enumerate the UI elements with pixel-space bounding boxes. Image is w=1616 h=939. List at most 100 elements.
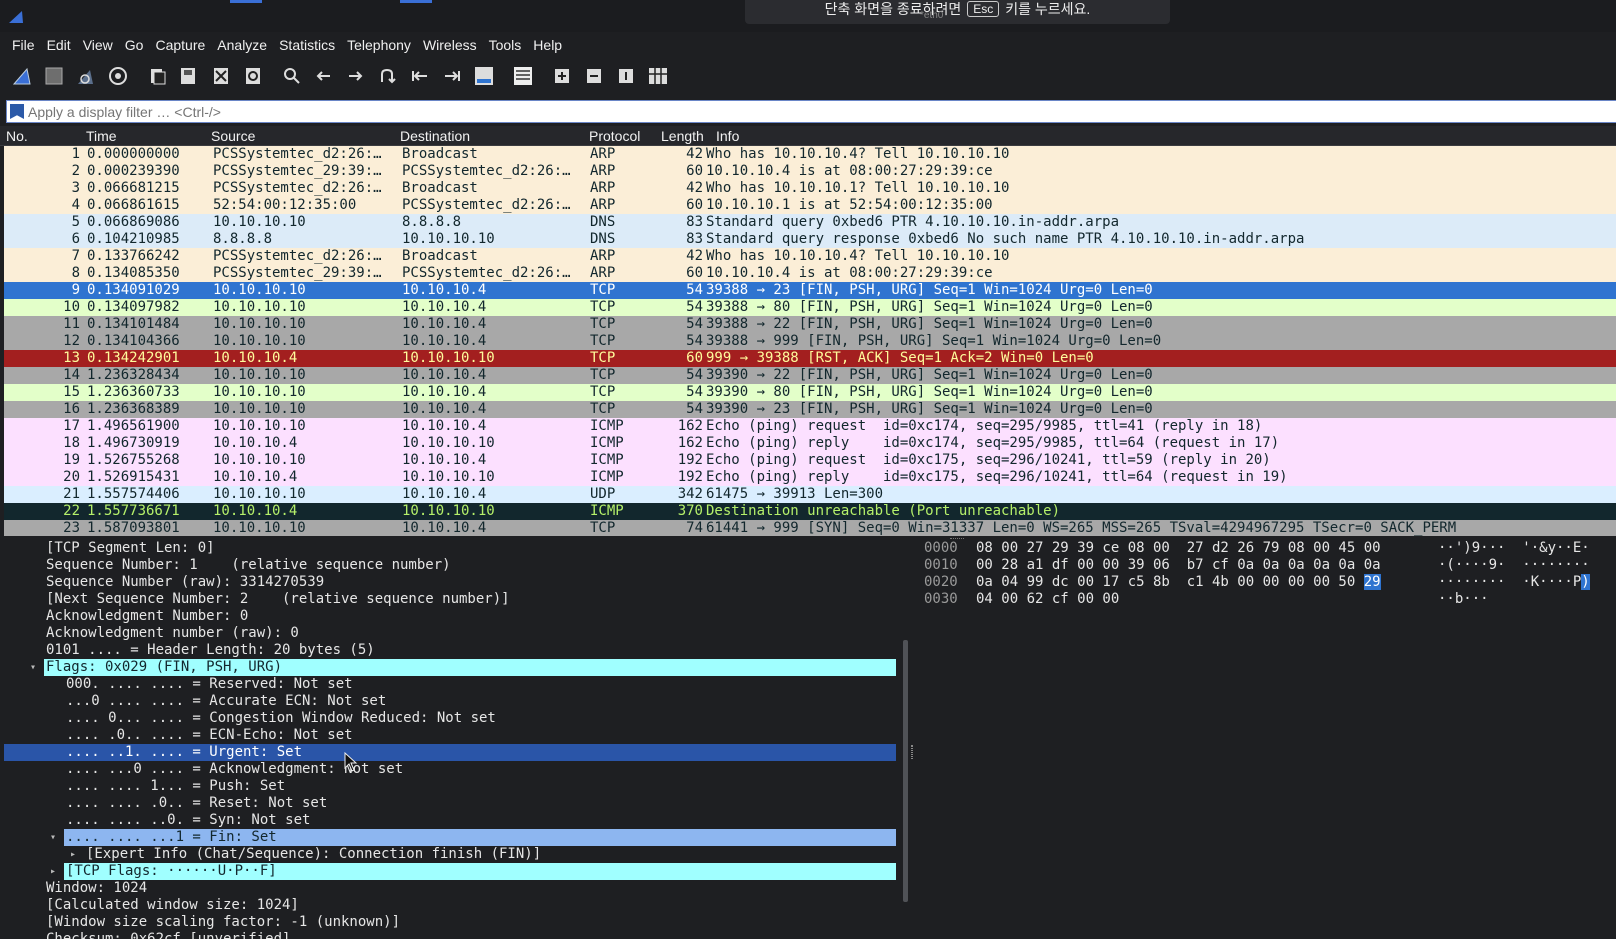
detail-row[interactable]: .... .... 1... = Push: Set bbox=[0, 778, 902, 795]
bytes-hex[interactable]: 0a 04 99 dc 00 17 c5 8b c1 4b 00 00 00 0… bbox=[976, 574, 1381, 591]
packet-row[interactable]: 20 1.526915431 10.10.10.4 10.10.10.10 ICMP 19… bbox=[4, 469, 1616, 486]
column-header-no[interactable]: No. bbox=[6, 128, 28, 144]
bytes-ascii[interactable]: ··')9··· '·&y··E· bbox=[1438, 540, 1590, 557]
go-to-packet-icon[interactable] bbox=[375, 64, 399, 88]
display-filter-input[interactable] bbox=[28, 103, 1616, 120]
back-arrow-icon[interactable] bbox=[312, 64, 336, 88]
column-header-destination[interactable]: Destination bbox=[400, 128, 470, 144]
zoom-out-icon[interactable] bbox=[582, 64, 606, 88]
detail-row[interactable]: Acknowledgment Number: 0 bbox=[0, 608, 902, 625]
details-scrollbar[interactable] bbox=[903, 640, 908, 902]
bytes-hex[interactable]: 04 00 62 cf 00 00 bbox=[976, 591, 1119, 608]
menu-statistics[interactable]: Statistics bbox=[273, 35, 341, 55]
bytes-ascii[interactable]: ········ ·K····P) bbox=[1438, 574, 1590, 591]
save-file-icon[interactable] bbox=[176, 64, 200, 88]
detail-row[interactable]: Acknowledgment number (raw): 0 bbox=[0, 625, 902, 642]
menu-help[interactable]: Help bbox=[527, 35, 568, 55]
autoscroll-icon[interactable] bbox=[472, 64, 496, 88]
search-icon[interactable] bbox=[280, 64, 304, 88]
menu-analyze[interactable]: Analyze bbox=[211, 35, 273, 55]
detail-row[interactable]: ▾ Flags: 0x029 (FIN, PSH, URG) bbox=[0, 659, 902, 676]
column-header-length[interactable]: Length bbox=[661, 128, 704, 144]
detail-row[interactable]: ...0 .... .... = Accurate ECN: Not set bbox=[0, 693, 902, 710]
detail-row[interactable]: Checksum: 0x62cf [unverified] bbox=[0, 931, 902, 939]
detail-row[interactable]: .... .... .0.. = Reset: Not set bbox=[0, 795, 902, 812]
close-file-icon[interactable] bbox=[209, 64, 233, 88]
menu-edit[interactable]: Edit bbox=[41, 35, 77, 55]
forward-arrow-icon[interactable] bbox=[343, 64, 367, 88]
packet-row[interactable]: 7 0.133766242 PCSSystemtec_d2:26:… Broadcas… bbox=[4, 248, 1616, 265]
detail-row[interactable]: ▾ .... .... ...1 = Fin: Set bbox=[0, 829, 902, 846]
detail-row[interactable]: ▸ [TCP Flags: ······U·P··F] bbox=[0, 863, 902, 880]
expanded-arrow-icon[interactable]: ▾ bbox=[50, 829, 56, 846]
packet-row[interactable]: 22 1.557736671 10.10.10.4 10.10.10.10 ICMP 37… bbox=[4, 503, 1616, 520]
packet-row[interactable]: 10 0.134097982 10.10.10.10 10.10.10.4 TCP 54 3… bbox=[4, 299, 1616, 316]
expanded-arrow-icon[interactable]: ▾ bbox=[30, 659, 36, 676]
packet-row[interactable]: 23 1.587093801 10.10.10.10 10.10.10.4 TCP 74 6… bbox=[4, 520, 1616, 536]
detail-row[interactable]: Sequence Number (raw): 3314270539 bbox=[0, 574, 902, 591]
resize-columns-icon[interactable] bbox=[646, 64, 670, 88]
detail-row[interactable]: 000. .... .... = Reserved: Not set bbox=[0, 676, 902, 693]
packet-row[interactable]: 3 0.066681215 PCSSystemtec_d2:26:… Broadcas… bbox=[4, 180, 1616, 197]
colorize-icon[interactable] bbox=[511, 64, 535, 88]
packet-row[interactable]: 19 1.526755268 10.10.10.10 10.10.10.4 ICMP 19… bbox=[4, 452, 1616, 469]
detail-row[interactable]: 0101 .... = Header Length: 20 bytes (5) bbox=[0, 642, 902, 659]
menu-go[interactable]: Go bbox=[119, 35, 150, 55]
packet-row[interactable]: 8 0.134085350 PCSSystemtec_29:39:… PCSSyste… bbox=[4, 265, 1616, 282]
packet-row[interactable]: 2 0.000239390 PCSSystemtec_29:39:… PCSSyste… bbox=[4, 163, 1616, 180]
packet-row[interactable]: 11 0.134101484 10.10.10.10 10.10.10.4 TCP 54 3… bbox=[4, 316, 1616, 333]
packet-row[interactable]: 16 1.236368389 10.10.10.10 10.10.10.4 TCP 54 3… bbox=[4, 401, 1616, 418]
normal-size-icon[interactable] bbox=[614, 64, 638, 88]
menu-view[interactable]: View bbox=[77, 35, 119, 55]
bytes-hex[interactable]: 00 28 a1 df 00 00 39 06 b7 cf 0a 0a 0a 0… bbox=[976, 557, 1381, 574]
packet-row[interactable]: 15 1.236360733 10.10.10.10 10.10.10.4 TCP 54 3… bbox=[4, 384, 1616, 401]
column-header-source[interactable]: Source bbox=[211, 128, 255, 144]
packet-row[interactable]: 17 1.496561900 10.10.10.10 10.10.10.4 ICMP 16… bbox=[4, 418, 1616, 435]
detail-row[interactable]: .... ..1. .... = Urgent: Set bbox=[0, 744, 902, 761]
shark-fin-icon[interactable] bbox=[10, 64, 34, 88]
packet-row[interactable]: 1 0.000000000 PCSSystemtec_d2:26:… Broadcas… bbox=[4, 146, 1616, 163]
packet-row[interactable]: 5 0.066869086 10.10.10.10 8.8.8.8 DNS 83 Stand… bbox=[4, 214, 1616, 231]
collapsed-arrow-icon[interactable]: ▸ bbox=[70, 846, 76, 863]
open-file-icon[interactable] bbox=[145, 64, 169, 88]
detail-row[interactable]: [Calculated window size: 1024] bbox=[0, 897, 902, 914]
filter-bookmark-icon[interactable] bbox=[10, 104, 24, 119]
detail-row[interactable]: [Window size scaling factor: -1 (unknown… bbox=[0, 914, 902, 931]
reload-icon[interactable] bbox=[241, 64, 265, 88]
bytes-hex[interactable]: 08 00 27 29 39 ce 08 00 27 d2 26 79 08 0… bbox=[976, 540, 1381, 557]
last-packet-icon[interactable] bbox=[440, 64, 464, 88]
packet-row[interactable]: 9 0.134091029 10.10.10.10 10.10.10.4 TCP 54 39… bbox=[4, 282, 1616, 299]
packet-row[interactable]: 14 1.236328434 10.10.10.10 10.10.10.4 TCP 54 3… bbox=[4, 367, 1616, 384]
detail-row[interactable]: .... 0... .... = Congestion Window Reduc… bbox=[0, 710, 902, 727]
column-header-protocol[interactable]: Protocol bbox=[589, 128, 640, 144]
packet-row[interactable]: 6 0.104210985 8.8.8.8 10.10.10.10 DNS 83 Stand… bbox=[4, 231, 1616, 248]
menu-tools[interactable]: Tools bbox=[483, 35, 528, 55]
stop-square-icon[interactable] bbox=[42, 64, 66, 88]
packet-row[interactable]: 21 1.557574406 10.10.10.10 10.10.10.4 UDP 342… bbox=[4, 486, 1616, 503]
detail-row[interactable]: [TCP Segment Len: 0] bbox=[0, 540, 902, 557]
pane-splitter-vertical[interactable] bbox=[911, 745, 913, 759]
detail-row[interactable]: [Next Sequence Number: 2 (relative seque… bbox=[0, 591, 902, 608]
packet-row[interactable]: 12 0.134104366 10.10.10.10 10.10.10.4 TCP 54 3… bbox=[4, 333, 1616, 350]
column-header-time[interactable]: Time bbox=[86, 128, 117, 144]
bytes-ascii[interactable]: ··b··· bbox=[1438, 591, 1489, 608]
restart-fin-icon[interactable] bbox=[74, 64, 98, 88]
menu-file[interactable]: File bbox=[6, 35, 41, 55]
zoom-in-icon[interactable] bbox=[550, 64, 574, 88]
collapsed-arrow-icon[interactable]: ▸ bbox=[50, 863, 56, 880]
packet-row[interactable]: 18 1.496730919 10.10.10.4 10.10.10.10 ICMP 16… bbox=[4, 435, 1616, 452]
detail-row[interactable]: .... .... ..0. = Syn: Not set bbox=[0, 812, 902, 829]
first-packet-icon[interactable] bbox=[408, 64, 432, 88]
detail-row[interactable]: ▸ [Expert Info (Chat/Sequence): Connectio… bbox=[0, 846, 902, 863]
detail-row[interactable]: Sequence Number: 1 (relative sequence nu… bbox=[0, 557, 902, 574]
bytes-ascii[interactable]: ·(····9· ········ bbox=[1438, 557, 1590, 574]
detail-row[interactable]: Window: 1024 bbox=[0, 880, 902, 897]
menu-wireless[interactable]: Wireless bbox=[417, 35, 483, 55]
packet-row[interactable]: 13 0.134242901 10.10.10.4 10.10.10.10 TCP 60 9… bbox=[4, 350, 1616, 367]
detail-row[interactable]: .... .0.. .... = ECN-Echo: Not set bbox=[0, 727, 902, 744]
detail-row[interactable]: .... ...0 .... = Acknowledgment: Not set bbox=[0, 761, 902, 778]
column-header-info[interactable]: Info bbox=[716, 128, 739, 144]
options-gear-icon[interactable] bbox=[106, 64, 130, 88]
packet-row[interactable]: 4 0.066861615 52:54:00:12:35:00 PCSSystemte… bbox=[4, 197, 1616, 214]
menu-capture[interactable]: Capture bbox=[149, 35, 211, 55]
